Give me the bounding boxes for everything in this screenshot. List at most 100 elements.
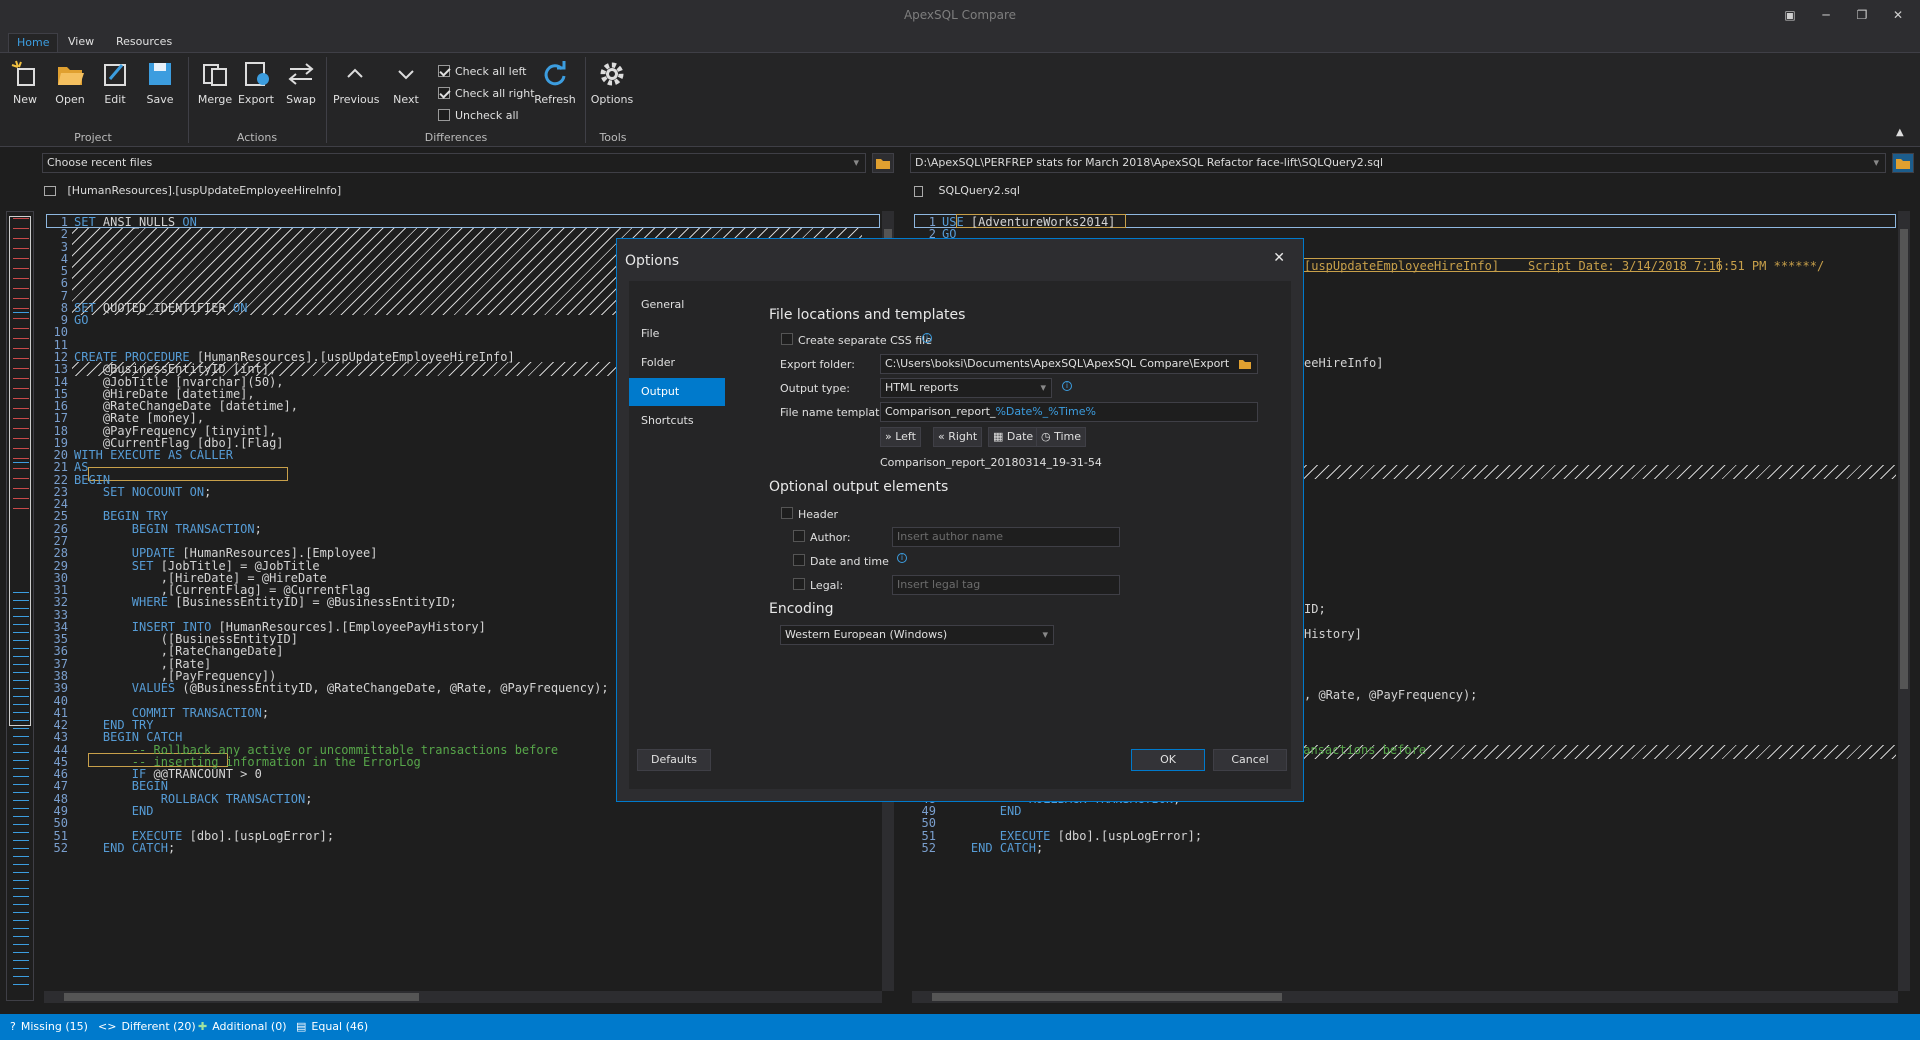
collapse-ribbon-icon[interactable]: ▲ bbox=[1896, 127, 1904, 138]
refresh-button[interactable]: Refresh bbox=[533, 59, 577, 106]
diff-marker bbox=[13, 258, 29, 259]
next-button[interactable]: Next bbox=[384, 59, 428, 106]
export-folder-input[interactable]: C:\Users\boksi\Documents\ApexSQL\ApexSQL… bbox=[880, 354, 1258, 374]
date-token-button[interactable]: ▦ Date bbox=[988, 427, 1039, 447]
scroll-thumb[interactable] bbox=[932, 993, 1282, 1001]
info-icon[interactable]: i bbox=[1062, 381, 1072, 391]
author-input[interactable]: Insert author name bbox=[892, 527, 1120, 547]
diff-marker bbox=[13, 608, 29, 609]
diff-marker bbox=[13, 488, 29, 489]
dialog-title: Options bbox=[625, 253, 680, 269]
section-encoding: Encoding bbox=[769, 601, 834, 617]
new-icon bbox=[11, 60, 35, 86]
cancel-button[interactable]: Cancel bbox=[1213, 749, 1287, 771]
export-folder-label: Export folder: bbox=[780, 358, 855, 371]
diff-marker bbox=[13, 832, 29, 833]
status-equal[interactable]: ▤ Equal (46) bbox=[296, 1020, 368, 1033]
diff-marker bbox=[13, 398, 29, 399]
right-vertical-scrollbar[interactable] bbox=[1898, 211, 1910, 991]
diff-marker bbox=[13, 928, 29, 929]
diff-marker bbox=[13, 418, 29, 419]
legal-checkbox[interactable] bbox=[793, 578, 805, 590]
previous-button[interactable]: Previous bbox=[333, 59, 380, 106]
date-time-checkbox[interactable] bbox=[793, 554, 805, 566]
diff-marker bbox=[13, 616, 29, 617]
template-input[interactable]: Comparison_report_%Date%_%Time% bbox=[880, 402, 1258, 422]
diff-marker bbox=[13, 840, 29, 841]
encoding-value: Western European (Windows) bbox=[785, 628, 948, 641]
status-different[interactable]: <> Different (20) bbox=[98, 1020, 196, 1033]
encoding-select[interactable]: Western European (Windows) ▾ bbox=[780, 625, 1054, 645]
time-token-button[interactable]: ◷ Time bbox=[1036, 427, 1087, 447]
check-all-right[interactable]: Check all right bbox=[438, 84, 535, 102]
tab-resources[interactable]: Resources bbox=[108, 33, 180, 52]
right-browse-button[interactable] bbox=[1892, 153, 1914, 173]
diff-marker bbox=[13, 664, 29, 665]
diff-marker bbox=[13, 358, 29, 359]
status-missing[interactable]: ? Missing (15) bbox=[10, 1020, 88, 1033]
time-token-label: Time bbox=[1054, 430, 1082, 443]
scroll-thumb[interactable] bbox=[1900, 229, 1908, 689]
right-horizontal-scrollbar[interactable] bbox=[912, 991, 1898, 1003]
nav-file[interactable]: File bbox=[629, 320, 725, 348]
defaults-button[interactable]: Defaults bbox=[637, 749, 711, 771]
template-label: File name template: bbox=[780, 406, 890, 419]
swap-button[interactable]: Swap bbox=[279, 59, 323, 106]
new-button[interactable]: New bbox=[3, 59, 47, 106]
output-type-select[interactable]: HTML reports ▾ bbox=[880, 378, 1052, 398]
create-css-checkbox[interactable] bbox=[781, 333, 793, 345]
left-token-button[interactable]: » Left bbox=[880, 427, 921, 447]
right-file-select[interactable]: D:\ApexSQL\PERFREP stats for March 2018\… bbox=[910, 153, 1886, 173]
tab-view[interactable]: View bbox=[60, 33, 102, 52]
nav-output[interactable]: Output bbox=[629, 378, 725, 406]
left-file-select[interactable]: Choose recent files ▾ bbox=[42, 153, 866, 173]
folder-icon[interactable] bbox=[1237, 357, 1253, 371]
diff-marker bbox=[13, 388, 29, 389]
restore-ribbon-icon[interactable]: ▣ bbox=[1776, 6, 1804, 24]
left-overview-gutter[interactable] bbox=[6, 211, 34, 1001]
status-additional[interactable]: ✚ Additional (0) bbox=[198, 1020, 287, 1033]
diff-marker bbox=[13, 800, 29, 801]
diff-marker bbox=[13, 318, 29, 319]
group-label-differences: Differences bbox=[424, 131, 488, 144]
tab-home[interactable]: Home bbox=[8, 33, 59, 52]
nav-general[interactable]: General bbox=[629, 291, 725, 319]
nav-shortcuts[interactable]: Shortcuts bbox=[629, 407, 725, 435]
dialog-body: General File Folder Output Shortcuts Fil… bbox=[629, 281, 1291, 789]
uncheck-all[interactable]: Uncheck all bbox=[438, 106, 519, 124]
ok-button[interactable]: OK bbox=[1131, 749, 1205, 771]
merge-button[interactable]: Merge bbox=[193, 59, 237, 106]
close-icon[interactable]: ✕ bbox=[1273, 250, 1285, 266]
diff-marker bbox=[13, 368, 29, 369]
left-horizontal-scrollbar[interactable] bbox=[44, 991, 882, 1003]
diff-marker bbox=[13, 458, 29, 459]
options-button[interactable]: Options bbox=[590, 59, 634, 106]
maximize-button[interactable]: ❐ bbox=[1848, 6, 1876, 24]
scroll-thumb[interactable] bbox=[64, 993, 419, 1001]
info-icon[interactable]: i bbox=[897, 553, 907, 563]
check-all-left[interactable]: Check all left bbox=[438, 62, 527, 80]
open-button[interactable]: Open bbox=[48, 59, 92, 106]
diff-marker bbox=[13, 960, 29, 961]
save-button[interactable]: Save bbox=[138, 59, 182, 106]
header-label: Header bbox=[798, 508, 839, 521]
close-button[interactable]: ✕ bbox=[1884, 6, 1912, 24]
info-icon[interactable]: i bbox=[922, 333, 932, 343]
diff-marker bbox=[13, 268, 29, 269]
author-checkbox[interactable] bbox=[793, 530, 805, 542]
diff-marker bbox=[13, 468, 29, 469]
minimize-button[interactable]: ─ bbox=[1812, 6, 1840, 24]
export-button[interactable]: Export bbox=[234, 59, 278, 106]
right-token-button[interactable]: « Right bbox=[933, 427, 983, 447]
nav-folder[interactable]: Folder bbox=[629, 349, 725, 377]
ribbon: New Open Edit Save Project Merge Export … bbox=[0, 52, 1920, 147]
diff-marker bbox=[13, 378, 29, 379]
legal-input[interactable]: Insert legal tag bbox=[892, 575, 1120, 595]
diff-marker bbox=[13, 218, 29, 219]
left-browse-button[interactable] bbox=[872, 153, 894, 173]
diff-marker bbox=[13, 680, 29, 681]
overview-viewport[interactable] bbox=[9, 216, 31, 726]
merge-icon bbox=[203, 64, 227, 86]
edit-button[interactable]: Edit bbox=[93, 59, 137, 106]
header-checkbox[interactable] bbox=[781, 507, 793, 519]
